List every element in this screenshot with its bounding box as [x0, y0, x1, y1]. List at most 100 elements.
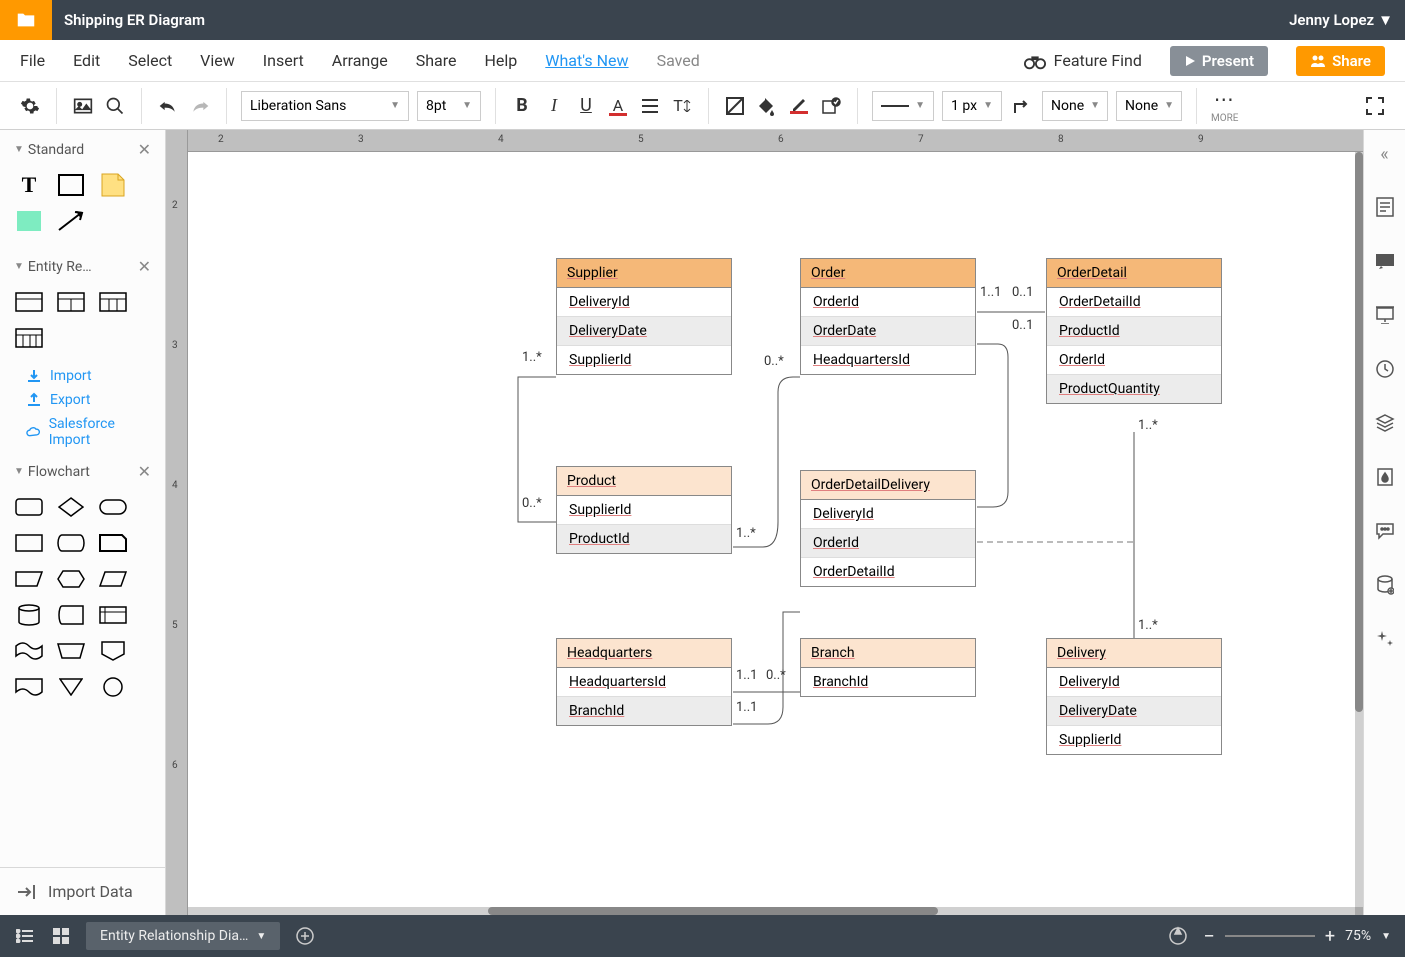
entity-field[interactable]: OrderId	[801, 288, 975, 317]
entity-field[interactable]: HeadquartersId	[801, 346, 975, 374]
fullscreen-icon[interactable]	[1363, 94, 1387, 118]
scrollbar-thumb[interactable]	[488, 907, 938, 915]
entity-field[interactable]: HeadquartersId	[557, 668, 731, 697]
entity-headquarters[interactable]: HeadquartersHeadquartersIdBranchId	[556, 638, 732, 726]
user-menu[interactable]: Jenny Lopez ▼	[1289, 11, 1405, 29]
fc-display[interactable]	[56, 531, 86, 555]
entity-order[interactable]: OrderOrderIdOrderDateHeadquartersId	[800, 258, 976, 375]
horizontal-scrollbar[interactable]	[188, 907, 1355, 915]
fc-cylinder[interactable]	[14, 603, 44, 627]
clock-icon[interactable]	[1373, 357, 1397, 381]
entity-header[interactable]: Headquarters	[557, 639, 731, 668]
entity-header[interactable]: OrderDetail	[1047, 259, 1221, 288]
underline-icon[interactable]: U	[574, 94, 598, 118]
entity-header[interactable]: Product	[557, 467, 731, 496]
entity-field[interactable]: BranchId	[801, 668, 975, 696]
entity-field[interactable]: SupplierId	[557, 496, 731, 525]
fc-doc[interactable]	[14, 675, 44, 699]
entity-field[interactable]: ProductId	[557, 525, 731, 553]
text-shape[interactable]: T	[14, 173, 44, 197]
document-title[interactable]: Shipping ER Diagram	[52, 11, 1289, 29]
scrollbar-thumb[interactable]	[1355, 152, 1363, 712]
entity-field[interactable]: DeliveryId	[801, 500, 975, 529]
entity-shape-3[interactable]	[98, 290, 128, 314]
fc-connector[interactable]	[98, 675, 128, 699]
import-link[interactable]: Import	[0, 364, 165, 388]
fc-storage[interactable]	[56, 603, 86, 627]
align-icon[interactable]	[638, 94, 662, 118]
search-icon[interactable]	[103, 94, 127, 118]
line-arrow-icon[interactable]	[1010, 94, 1034, 118]
text-color-icon[interactable]: A	[606, 94, 630, 118]
entity-field[interactable]: OrderDate	[801, 317, 975, 346]
entity-field[interactable]: OrderId	[1047, 346, 1221, 375]
redo-icon[interactable]	[188, 94, 212, 118]
menu-view[interactable]: View	[200, 51, 235, 70]
entity-header[interactable]: Branch	[801, 639, 975, 668]
highlight-icon[interactable]	[787, 94, 811, 118]
fc-diamond[interactable]	[56, 495, 86, 519]
menu-edit[interactable]: Edit	[73, 51, 100, 70]
entity-branch[interactable]: BranchBranchId	[800, 638, 976, 697]
entity-field[interactable]: DeliveryId	[557, 288, 731, 317]
menu-insert[interactable]: Insert	[263, 51, 304, 70]
entity-field[interactable]: OrderId	[801, 529, 975, 558]
list-icon[interactable]	[14, 925, 36, 947]
target-icon[interactable]	[1167, 925, 1189, 947]
panel-entity[interactable]: ▼ Entity Re… ✕	[0, 247, 165, 284]
entity-supplier[interactable]: SupplierDeliveryIdDeliveryDateSupplierId	[556, 258, 732, 375]
feature-find[interactable]: Feature Find	[1024, 51, 1142, 70]
page-tab[interactable]: Entity Relationship Dia… ▼	[86, 922, 280, 950]
canvas[interactable]: SupplierDeliveryIdDeliveryDateSupplierId…	[188, 152, 1355, 907]
app-logo[interactable]	[0, 0, 52, 40]
database-icon[interactable]	[1373, 573, 1397, 597]
import-data-button[interactable]: Import Data	[0, 867, 165, 915]
fc-process[interactable]	[14, 531, 44, 555]
entity-field[interactable]: SupplierId	[1047, 726, 1221, 754]
export-link[interactable]: Export	[0, 388, 165, 412]
entity-field[interactable]: DeliveryDate	[557, 317, 731, 346]
font-select[interactable]: Liberation Sans▼	[241, 91, 409, 121]
panel-flowchart[interactable]: ▼ Flowchart ✕	[0, 452, 165, 489]
rectangle-shape[interactable]	[56, 173, 86, 197]
present-button[interactable]: Present	[1170, 46, 1268, 76]
share-button[interactable]: Share	[1296, 46, 1385, 76]
zoom-out-icon[interactable]: −	[1203, 924, 1214, 948]
entity-product[interactable]: ProductSupplierIdProductId	[556, 466, 732, 554]
arrow-start-select[interactable]: None▼	[1042, 91, 1108, 121]
shape-style-icon[interactable]	[723, 94, 747, 118]
entity-orderdetaildelivery[interactable]: OrderDetailDeliveryDeliveryIdOrderIdOrde…	[800, 470, 976, 587]
conditional-format-icon[interactable]	[819, 94, 843, 118]
note-shape[interactable]	[98, 173, 128, 197]
add-page-icon[interactable]	[294, 925, 316, 947]
fc-manual[interactable]	[56, 639, 86, 663]
italic-icon[interactable]: I	[542, 94, 566, 118]
fc-hex[interactable]	[56, 567, 86, 591]
close-icon[interactable]: ✕	[138, 462, 151, 481]
bold-icon[interactable]: B	[510, 94, 534, 118]
fc-terminator[interactable]	[98, 495, 128, 519]
entity-shape-4[interactable]	[14, 326, 44, 350]
zoom-in-icon[interactable]: +	[1325, 926, 1335, 947]
fc-tape[interactable]	[14, 639, 44, 663]
text-options-icon[interactable]: T	[670, 94, 694, 118]
entity-delivery[interactable]: DeliveryDeliveryIdDeliveryDateSupplierId	[1046, 638, 1222, 755]
more-icon[interactable]: ⋯	[1213, 87, 1237, 111]
zoom-value[interactable]: 75%	[1345, 928, 1371, 944]
entity-field[interactable]: OrderDetailId	[1047, 288, 1221, 317]
entity-orderdetail[interactable]: OrderDetailOrderDetailIdProductIdOrderId…	[1046, 258, 1222, 404]
menu-share[interactable]: Share	[416, 51, 457, 70]
fc-merge[interactable]	[56, 675, 86, 699]
entity-field[interactable]: OrderDetailId	[801, 558, 975, 586]
arrow-shape[interactable]	[56, 209, 86, 233]
fc-rect[interactable]	[14, 495, 44, 519]
entity-field[interactable]: ProductId	[1047, 317, 1221, 346]
close-icon[interactable]: ✕	[138, 257, 151, 276]
vertical-scrollbar[interactable]	[1355, 152, 1363, 907]
entity-field[interactable]: BranchId	[557, 697, 731, 725]
fill-icon[interactable]	[755, 94, 779, 118]
fc-card[interactable]	[98, 531, 128, 555]
entity-header[interactable]: Supplier	[557, 259, 731, 288]
collapse-icon[interactable]: «	[1380, 144, 1388, 165]
undo-icon[interactable]	[156, 94, 180, 118]
